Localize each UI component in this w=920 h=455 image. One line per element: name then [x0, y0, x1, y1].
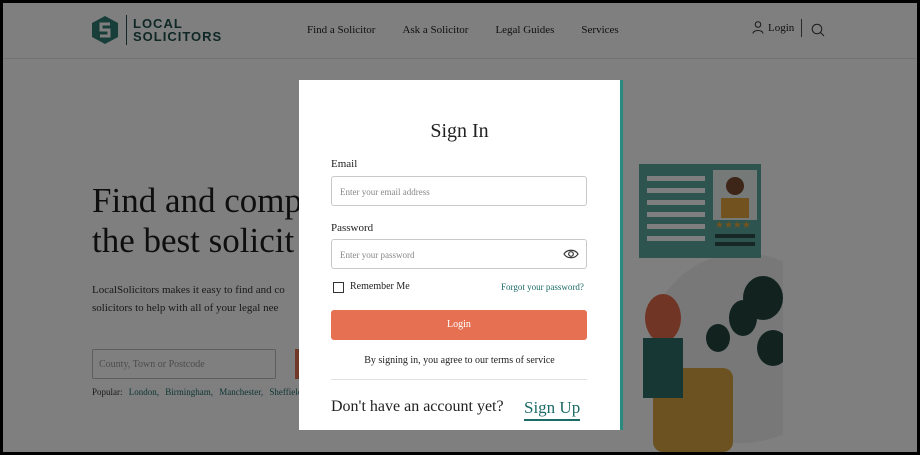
show-password-icon[interactable] [563, 248, 579, 260]
sign-in-modal: Sign In Email Enter your email address P… [299, 80, 623, 430]
login-button[interactable]: Login [331, 310, 587, 340]
modal-divider [331, 379, 587, 380]
password-label: Password [331, 222, 374, 234]
email-label: Email [331, 158, 358, 170]
page: LOCAL SOLICITORS Find a Solicitor Ask a … [3, 3, 917, 452]
remember-me-checkbox[interactable] [333, 282, 344, 293]
terms-text: By signing in, you agree to our terms of… [364, 355, 555, 366]
password-field[interactable]: Enter your password [331, 239, 587, 269]
sign-up-link[interactable]: Sign Up [524, 398, 581, 421]
modal-title: Sign In [430, 120, 489, 142]
remember-me-label[interactable]: Remember Me [350, 281, 410, 292]
email-field[interactable]: Enter your email address [331, 176, 587, 206]
no-account-text: Don't have an account yet? [331, 398, 504, 415]
forgot-password-link[interactable]: Forgot your password? [501, 282, 584, 292]
